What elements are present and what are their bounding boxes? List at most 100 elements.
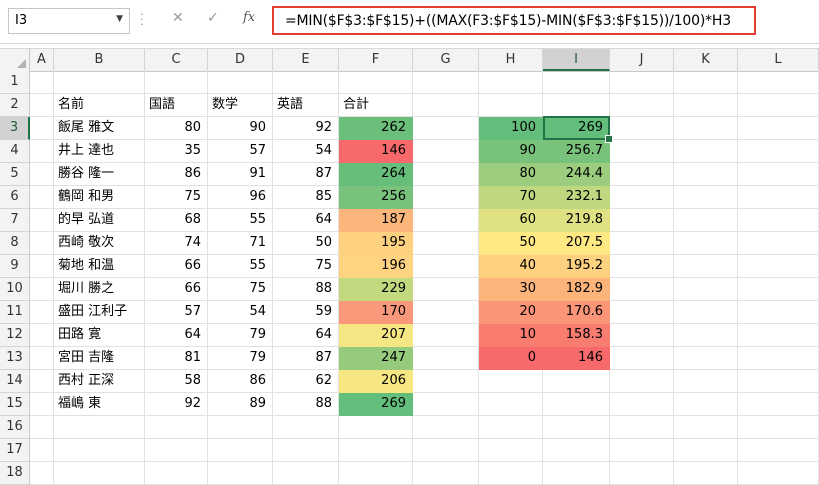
cell-j15[interactable]	[610, 393, 674, 416]
cell-g12[interactable]	[413, 324, 479, 347]
row-header-3[interactable]: 3	[0, 117, 30, 140]
cell-l16[interactable]	[738, 416, 819, 439]
column-header-j[interactable]: J	[610, 49, 674, 71]
cell-f1[interactable]	[339, 71, 413, 94]
cell-j16[interactable]	[610, 416, 674, 439]
cell-d3[interactable]: 90	[208, 117, 273, 140]
cell-k15[interactable]	[674, 393, 738, 416]
cell-c13[interactable]: 81	[145, 347, 208, 370]
cell-a14[interactable]	[30, 370, 54, 393]
cell-a11[interactable]	[30, 301, 54, 324]
cell-h13[interactable]: 0	[479, 347, 543, 370]
cell-b17[interactable]	[54, 439, 145, 462]
cell-l1[interactable]	[738, 71, 819, 94]
cancel-icon[interactable]: ✕	[172, 10, 184, 26]
cell-f11[interactable]: 170	[339, 301, 413, 324]
cell-l3[interactable]	[738, 117, 819, 140]
cell-b12[interactable]: 田路 寛	[54, 324, 145, 347]
cell-a13[interactable]	[30, 347, 54, 370]
cell-b10[interactable]: 堀川 勝之	[54, 278, 145, 301]
row-header-13[interactable]: 13	[0, 347, 30, 370]
cell-c4[interactable]: 35	[145, 140, 208, 163]
cell-i6[interactable]: 232.1	[543, 186, 610, 209]
cell-h1[interactable]	[479, 71, 543, 94]
cell-b9[interactable]: 菊地 和温	[54, 255, 145, 278]
cell-e13[interactable]: 87	[273, 347, 339, 370]
cell-d7[interactable]: 55	[208, 209, 273, 232]
cell-l18[interactable]	[738, 462, 819, 485]
cell-d16[interactable]	[208, 416, 273, 439]
cell-l10[interactable]	[738, 278, 819, 301]
cell-h11[interactable]: 20	[479, 301, 543, 324]
cell-g6[interactable]	[413, 186, 479, 209]
cell-g11[interactable]	[413, 301, 479, 324]
cell-c15[interactable]: 92	[145, 393, 208, 416]
cell-i14[interactable]	[543, 370, 610, 393]
cell-h4[interactable]: 90	[479, 140, 543, 163]
cell-b18[interactable]	[54, 462, 145, 485]
cell-l12[interactable]	[738, 324, 819, 347]
cell-f13[interactable]: 247	[339, 347, 413, 370]
cell-c2[interactable]: 国語	[145, 94, 208, 117]
cell-e2[interactable]: 英語	[273, 94, 339, 117]
cell-d2[interactable]: 数学	[208, 94, 273, 117]
cell-c3[interactable]: 80	[145, 117, 208, 140]
row-header-7[interactable]: 7	[0, 209, 30, 232]
row-header-10[interactable]: 10	[0, 278, 30, 301]
cell-l5[interactable]	[738, 163, 819, 186]
row-header-14[interactable]: 14	[0, 370, 30, 393]
cell-i4[interactable]: 256.7	[543, 140, 610, 163]
cell-d10[interactable]: 75	[208, 278, 273, 301]
row-header-5[interactable]: 5	[0, 163, 30, 186]
cell-g14[interactable]	[413, 370, 479, 393]
cell-c10[interactable]: 66	[145, 278, 208, 301]
cell-k2[interactable]	[674, 94, 738, 117]
cell-k10[interactable]	[674, 278, 738, 301]
cell-i11[interactable]: 170.6	[543, 301, 610, 324]
cell-j18[interactable]	[610, 462, 674, 485]
cell-g16[interactable]	[413, 416, 479, 439]
cell-h12[interactable]: 10	[479, 324, 543, 347]
cell-c8[interactable]: 74	[145, 232, 208, 255]
column-header-g[interactable]: G	[413, 49, 479, 71]
column-header-i[interactable]: I	[543, 49, 610, 71]
cell-a1[interactable]	[30, 71, 54, 94]
row-header-16[interactable]: 16	[0, 416, 30, 439]
column-header-d[interactable]: D	[208, 49, 273, 71]
cell-e12[interactable]: 64	[273, 324, 339, 347]
cell-i3[interactable]: 269	[543, 117, 610, 140]
cell-d13[interactable]: 79	[208, 347, 273, 370]
cell-j10[interactable]	[610, 278, 674, 301]
row-header-9[interactable]: 9	[0, 255, 30, 278]
cell-d1[interactable]	[208, 71, 273, 94]
cell-l6[interactable]	[738, 186, 819, 209]
cell-h5[interactable]: 80	[479, 163, 543, 186]
column-header-c[interactable]: C	[145, 49, 208, 71]
cell-g7[interactable]	[413, 209, 479, 232]
cell-k17[interactable]	[674, 439, 738, 462]
cell-f8[interactable]: 195	[339, 232, 413, 255]
cell-g3[interactable]	[413, 117, 479, 140]
row-header-15[interactable]: 15	[0, 393, 30, 416]
cell-k12[interactable]	[674, 324, 738, 347]
column-header-k[interactable]: K	[674, 49, 738, 71]
cell-j13[interactable]	[610, 347, 674, 370]
cell-f10[interactable]: 229	[339, 278, 413, 301]
row-header-8[interactable]: 8	[0, 232, 30, 255]
column-header-f[interactable]: F	[339, 49, 413, 71]
cell-e17[interactable]	[273, 439, 339, 462]
cell-k3[interactable]	[674, 117, 738, 140]
cell-b3[interactable]: 飯尾 雅文	[54, 117, 145, 140]
cell-h9[interactable]: 40	[479, 255, 543, 278]
cell-g13[interactable]	[413, 347, 479, 370]
cell-d4[interactable]: 57	[208, 140, 273, 163]
cell-j14[interactable]	[610, 370, 674, 393]
cell-h6[interactable]: 70	[479, 186, 543, 209]
cell-b7[interactable]: 的早 弘道	[54, 209, 145, 232]
cell-d17[interactable]	[208, 439, 273, 462]
cell-h7[interactable]: 60	[479, 209, 543, 232]
row-header-4[interactable]: 4	[0, 140, 30, 163]
cell-a15[interactable]	[30, 393, 54, 416]
cell-j5[interactable]	[610, 163, 674, 186]
cell-h18[interactable]	[479, 462, 543, 485]
